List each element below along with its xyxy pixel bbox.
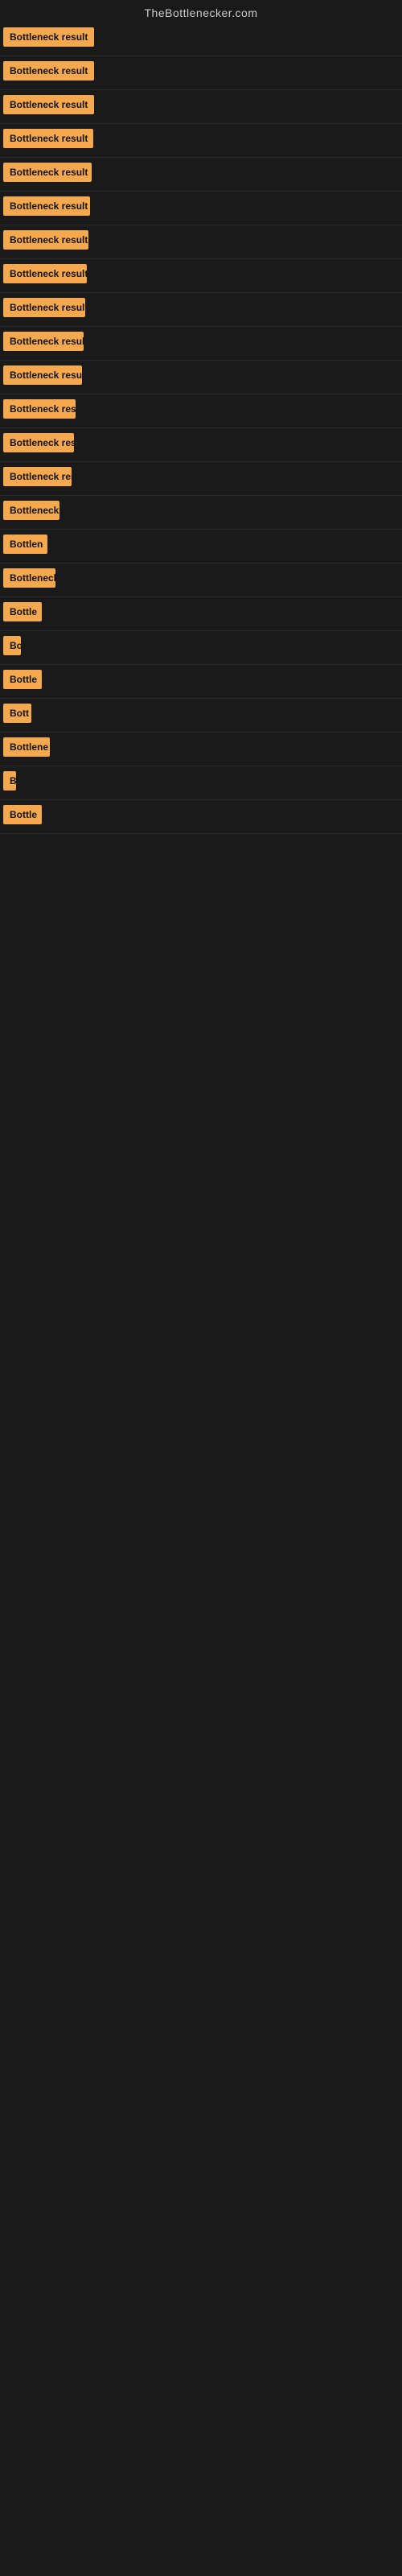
bottleneck-badge-23[interactable]: B [3,771,16,791]
bottleneck-badge-20[interactable]: Bottle [3,670,42,689]
bottleneck-badge-18[interactable]: Bottle [3,602,42,621]
result-row-16: Bottlen [0,530,402,564]
bottleneck-badge-19[interactable]: Bo [3,636,21,655]
bottleneck-badge-11[interactable]: Bottleneck result [3,365,82,385]
bottleneck-badge-7[interactable]: Bottleneck result [3,230,88,250]
result-row-17: Bottleneck [0,564,402,597]
result-row-19: Bo [0,631,402,665]
site-title: TheBottlenecker.com [0,0,402,23]
result-row-13: Bottleneck result [0,428,402,462]
bottleneck-badge-12[interactable]: Bottleneck resu [3,399,76,419]
page-wrapper: TheBottlenecker.com Bottleneck resultBot… [0,0,402,2576]
bottleneck-badge-13[interactable]: Bottleneck result [3,433,74,452]
bottleneck-badge-3[interactable]: Bottleneck result [3,95,94,114]
bottleneck-badge-15[interactable]: Bottleneck r [3,501,59,520]
bottleneck-badge-17[interactable]: Bottleneck [3,568,55,588]
bottleneck-badge-2[interactable]: Bottleneck result [3,61,94,80]
result-row-21: Bott [0,699,402,733]
result-row-24: Bottle [0,800,402,834]
result-row-4: Bottleneck result [0,124,402,158]
bottleneck-badge-9[interactable]: Bottleneck result [3,298,85,317]
result-row-22: Bottlene [0,733,402,766]
bottleneck-badge-14[interactable]: Bottleneck resul [3,467,72,486]
result-row-10: Bottleneck result [0,327,402,361]
result-row-6: Bottleneck result [0,192,402,225]
bottleneck-badge-16[interactable]: Bottlen [3,535,47,554]
result-row-15: Bottleneck r [0,496,402,530]
bottleneck-badge-5[interactable]: Bottleneck result [3,163,92,182]
bottleneck-badge-8[interactable]: Bottleneck result [3,264,87,283]
result-row-9: Bottleneck result [0,293,402,327]
result-row-11: Bottleneck result [0,361,402,394]
result-row-14: Bottleneck resul [0,462,402,496]
result-row-3: Bottleneck result [0,90,402,124]
bottleneck-badge-6[interactable]: Bottleneck result [3,196,90,216]
results-container: Bottleneck result Bottleneck result Bottle… [0,23,402,1639]
bottleneck-badge-24[interactable]: Bottle [3,805,42,824]
result-row-7: Bottleneck result [0,225,402,259]
bottleneck-badge-21[interactable]: Bott [3,704,31,723]
result-row-12: Bottleneck resu [0,394,402,428]
result-row-2: Bottleneck result [0,56,402,90]
bottleneck-badge-1[interactable]: Bottleneck result [3,27,94,47]
bottleneck-badge-22[interactable]: Bottlene [3,737,50,757]
result-row-1: Bottleneck result [0,23,402,56]
result-row-18: Bottle [0,597,402,631]
bottleneck-badge-10[interactable]: Bottleneck result [3,332,84,351]
bottleneck-badge-4[interactable]: Bottleneck result [3,129,93,148]
result-row-8: Bottleneck result [0,259,402,293]
result-row-20: Bottle [0,665,402,699]
result-row-23: B [0,766,402,800]
result-row-5: Bottleneck result [0,158,402,192]
